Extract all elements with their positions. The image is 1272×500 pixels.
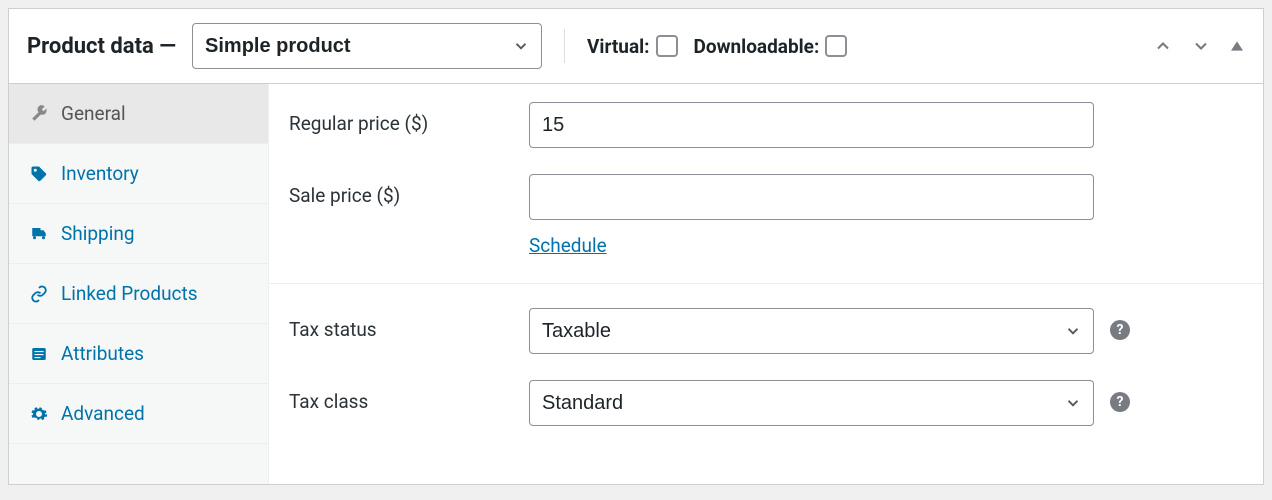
tax-status-label: Tax status xyxy=(289,308,529,341)
tab-label: Linked Products xyxy=(61,282,198,305)
truck-icon xyxy=(29,224,49,244)
tax-class-label: Tax class xyxy=(289,380,529,413)
tax-class-select-wrap: Standard xyxy=(529,380,1094,426)
product-type-select-wrap: Simple product xyxy=(192,23,542,69)
tab-label: Shipping xyxy=(61,222,135,245)
regular-price-row: Regular price ($) xyxy=(289,84,1243,156)
tax-class-select[interactable]: Standard xyxy=(529,380,1094,426)
tabs-sidebar: General Inventory Shipping Linked Produc… xyxy=(9,84,269,484)
downloadable-checkbox-group: Downloadable: xyxy=(694,35,848,58)
field-group-separator xyxy=(269,283,1263,284)
tab-attributes[interactable]: Attributes xyxy=(9,324,268,384)
panel-header: Product data — Simple product Virtual: D… xyxy=(9,9,1263,84)
list-icon xyxy=(29,344,49,364)
tab-linked-products[interactable]: Linked Products xyxy=(9,264,268,324)
tab-shipping[interactable]: Shipping xyxy=(9,204,268,264)
gear-icon xyxy=(29,404,49,424)
tax-status-row: Tax status Taxable ? xyxy=(289,290,1243,362)
schedule-link[interactable]: Schedule xyxy=(529,234,607,257)
move-up-button[interactable] xyxy=(1153,36,1173,56)
virtual-checkbox[interactable] xyxy=(656,35,678,57)
tax-status-select[interactable]: Taxable xyxy=(529,308,1094,354)
panel-handles xyxy=(1153,36,1245,56)
regular-price-label: Regular price ($) xyxy=(289,102,529,135)
tag-icon xyxy=(29,164,49,184)
help-icon[interactable]: ? xyxy=(1110,320,1130,340)
virtual-checkbox-group: Virtual: xyxy=(587,35,677,58)
link-icon xyxy=(29,284,49,304)
downloadable-label: Downloadable: xyxy=(694,35,820,58)
product-type-select[interactable]: Simple product xyxy=(192,23,542,69)
tab-content-general: Regular price ($) Sale price ($) Schedul… xyxy=(269,84,1263,484)
product-data-panel: Product data — Simple product Virtual: D… xyxy=(8,8,1264,485)
help-icon[interactable]: ? xyxy=(1110,392,1130,412)
tax-status-select-wrap: Taxable xyxy=(529,308,1094,354)
virtual-label: Virtual: xyxy=(587,35,649,58)
sale-price-label: Sale price ($) xyxy=(289,174,529,207)
separator xyxy=(564,29,565,63)
sale-price-input[interactable] xyxy=(529,174,1094,220)
tab-label: Advanced xyxy=(61,402,145,425)
tax-class-row: Tax class Standard ? xyxy=(289,362,1243,434)
regular-price-input[interactable] xyxy=(529,102,1094,148)
tab-label: Attributes xyxy=(61,342,144,365)
toggle-panel-button[interactable] xyxy=(1229,38,1245,54)
panel-title: Product data — xyxy=(27,34,176,59)
panel-body: General Inventory Shipping Linked Produc… xyxy=(9,84,1263,484)
move-down-button[interactable] xyxy=(1191,36,1211,56)
tab-inventory[interactable]: Inventory xyxy=(9,144,268,204)
tab-label: Inventory xyxy=(61,162,139,185)
tab-label: General xyxy=(61,102,126,125)
sale-price-row: Sale price ($) Schedule xyxy=(289,156,1243,265)
tab-general[interactable]: General xyxy=(9,84,268,144)
wrench-icon xyxy=(29,104,49,124)
downloadable-checkbox[interactable] xyxy=(825,35,847,57)
tab-advanced[interactable]: Advanced xyxy=(9,384,268,444)
